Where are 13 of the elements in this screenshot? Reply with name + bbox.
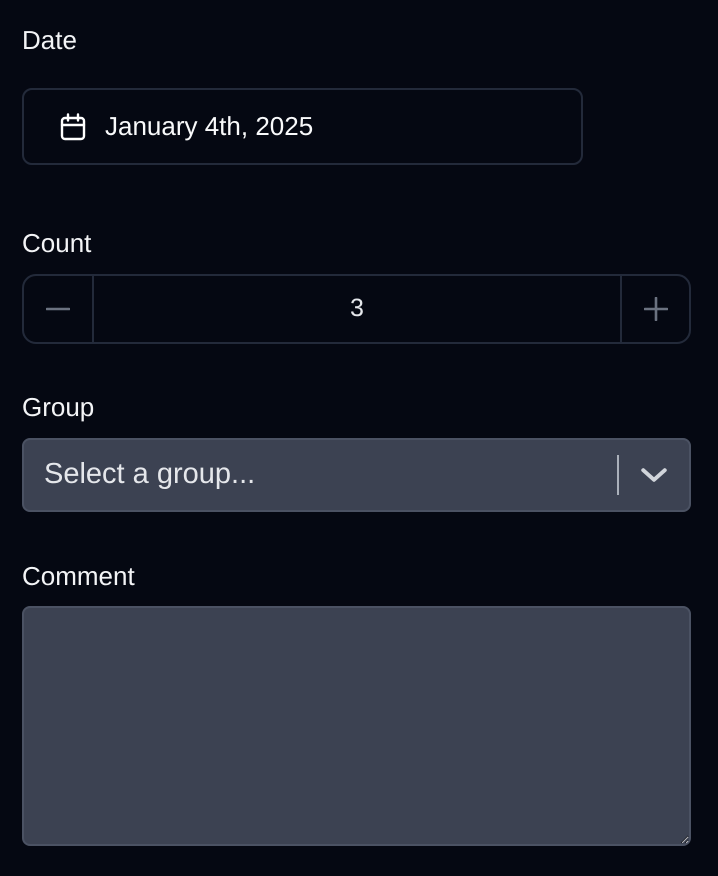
group-select[interactable]: Select a group... <box>22 438 691 512</box>
minus-icon <box>46 307 70 311</box>
comment-textarea[interactable] <box>22 606 691 846</box>
field-label: Group <box>22 391 94 423</box>
field-label: Count <box>22 227 92 259</box>
number-stepper[interactable]: 3 <box>22 274 691 344</box>
field-label: Comment <box>22 560 135 592</box>
chevron-down-icon <box>641 468 667 482</box>
calendar-icon <box>59 112 87 140</box>
field-label: Date <box>22 24 77 56</box>
number-input[interactable]: 3 <box>94 276 620 342</box>
plus-icon <box>644 297 668 321</box>
date-picker-button[interactable]: January 4th, 2025 <box>22 88 583 165</box>
